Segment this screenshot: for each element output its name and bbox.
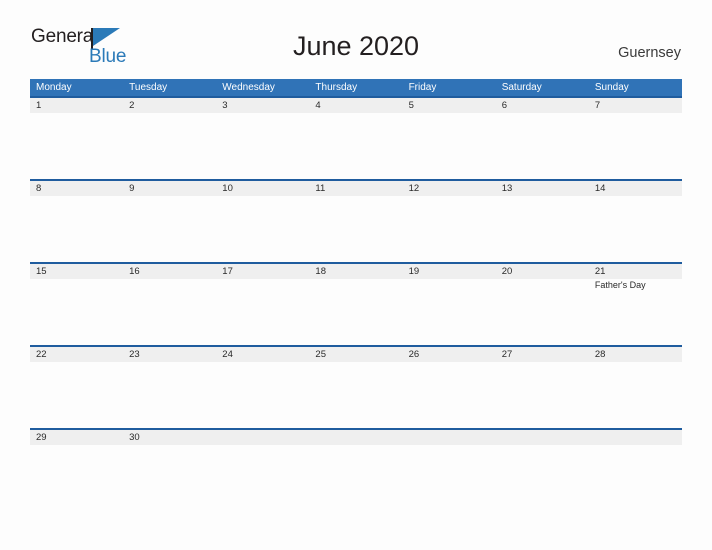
day-number[interactable]: 8 [30, 181, 123, 196]
day-event[interactable] [403, 362, 496, 428]
weekday-header-tuesday: Tuesday [129, 82, 168, 93]
day-number[interactable]: 3 [216, 98, 309, 113]
week-event-band [30, 445, 682, 511]
day-number[interactable]: 16 [123, 264, 216, 279]
day-number[interactable]: 29 [30, 430, 123, 445]
day-event-empty [216, 445, 309, 511]
day-event[interactable] [30, 113, 123, 179]
day-number[interactable]: 30 [123, 430, 216, 445]
day-event[interactable] [589, 113, 682, 179]
week-row: 22 23 24 25 26 27 28 [30, 345, 682, 428]
day-number[interactable]: 9 [123, 181, 216, 196]
day-number[interactable]: 10 [216, 181, 309, 196]
week-date-band: 8 9 10 11 12 13 14 [30, 181, 682, 196]
day-number-empty [216, 430, 309, 445]
week-event-band: Father's Day [30, 279, 682, 345]
day-event[interactable] [496, 196, 589, 262]
day-event[interactable] [216, 196, 309, 262]
week-row: 1 2 3 4 5 6 7 [30, 96, 682, 179]
week-row: 15 16 17 18 19 20 21 Father's Day [30, 262, 682, 345]
calendar-table: Monday Tuesday Wednesday Thursday Friday… [30, 79, 682, 511]
day-event-fathers-day[interactable]: Father's Day [589, 279, 682, 345]
week-date-band: 1 2 3 4 5 6 7 [30, 98, 682, 113]
weekday-header-saturday: Saturday [501, 82, 542, 93]
day-number[interactable]: 4 [309, 98, 402, 113]
day-event-empty [496, 445, 589, 511]
weekday-header-row: Monday Tuesday Wednesday Thursday Friday… [30, 79, 682, 96]
day-event[interactable] [309, 113, 402, 179]
day-event[interactable] [30, 362, 123, 428]
day-event[interactable] [216, 113, 309, 179]
day-number-empty [309, 430, 402, 445]
day-number[interactable]: 19 [403, 264, 496, 279]
weekday-header-monday: Monday [36, 82, 72, 93]
day-number-empty [589, 430, 682, 445]
weekday-header-sunday: Sunday [594, 82, 629, 93]
day-event-empty [589, 445, 682, 511]
day-event[interactable] [589, 362, 682, 428]
week-date-band: 29 30 [30, 430, 682, 445]
week-row: 8 9 10 11 12 13 14 [30, 179, 682, 262]
day-event[interactable] [123, 196, 216, 262]
day-event[interactable] [309, 196, 402, 262]
day-number[interactable]: 11 [309, 181, 402, 196]
day-number[interactable]: 20 [496, 264, 589, 279]
week-event-band [30, 362, 682, 428]
day-number[interactable]: 1 [30, 98, 123, 113]
day-number[interactable]: 27 [496, 347, 589, 362]
day-number[interactable]: 18 [309, 264, 402, 279]
day-event[interactable] [496, 279, 589, 345]
page-title: June 2020 [292, 31, 420, 61]
day-event[interactable] [216, 279, 309, 345]
day-number[interactable]: 21 [589, 264, 682, 279]
day-number[interactable]: 7 [589, 98, 682, 113]
day-event[interactable] [309, 279, 402, 345]
week-event-band [30, 196, 682, 262]
day-event[interactable] [496, 362, 589, 428]
day-number[interactable]: 26 [403, 347, 496, 362]
day-event[interactable] [123, 445, 216, 511]
day-number[interactable]: 28 [589, 347, 682, 362]
day-event[interactable] [123, 362, 216, 428]
page-header: General Blue June 2020 Guernsey [0, 0, 712, 66]
day-event[interactable] [123, 113, 216, 179]
day-number[interactable]: 6 [496, 98, 589, 113]
day-number[interactable]: 14 [589, 181, 682, 196]
weekday-header-thursday: Thursday [315, 82, 358, 93]
day-number[interactable]: 17 [216, 264, 309, 279]
day-number-empty [496, 430, 589, 445]
day-event[interactable] [589, 196, 682, 262]
day-event[interactable] [123, 279, 216, 345]
weekday-header-wednesday: Wednesday [222, 82, 275, 93]
day-number[interactable]: 12 [403, 181, 496, 196]
day-event[interactable] [403, 196, 496, 262]
day-event-empty [403, 445, 496, 511]
week-row: 29 30 [30, 428, 682, 511]
day-number[interactable]: 5 [403, 98, 496, 113]
weekday-header-friday: Friday [408, 82, 437, 93]
day-number[interactable]: 24 [216, 347, 309, 362]
region-label: Guernsey [618, 45, 681, 61]
day-number[interactable]: 13 [496, 181, 589, 196]
week-event-band [30, 113, 682, 179]
day-number[interactable]: 15 [30, 264, 123, 279]
day-event[interactable] [403, 113, 496, 179]
day-number[interactable]: 22 [30, 347, 123, 362]
day-event[interactable] [216, 362, 309, 428]
week-date-band: 22 23 24 25 26 27 28 [30, 347, 682, 362]
day-event[interactable] [496, 113, 589, 179]
day-event[interactable] [309, 362, 402, 428]
day-number[interactable]: 2 [123, 98, 216, 113]
day-number-empty [403, 430, 496, 445]
day-number[interactable]: 25 [309, 347, 402, 362]
day-event[interactable] [30, 279, 123, 345]
day-event[interactable] [30, 196, 123, 262]
day-event-empty [309, 445, 402, 511]
day-event[interactable] [30, 445, 123, 511]
day-event[interactable] [403, 279, 496, 345]
day-number[interactable]: 23 [123, 347, 216, 362]
week-date-band: 15 16 17 18 19 20 21 [30, 264, 682, 279]
